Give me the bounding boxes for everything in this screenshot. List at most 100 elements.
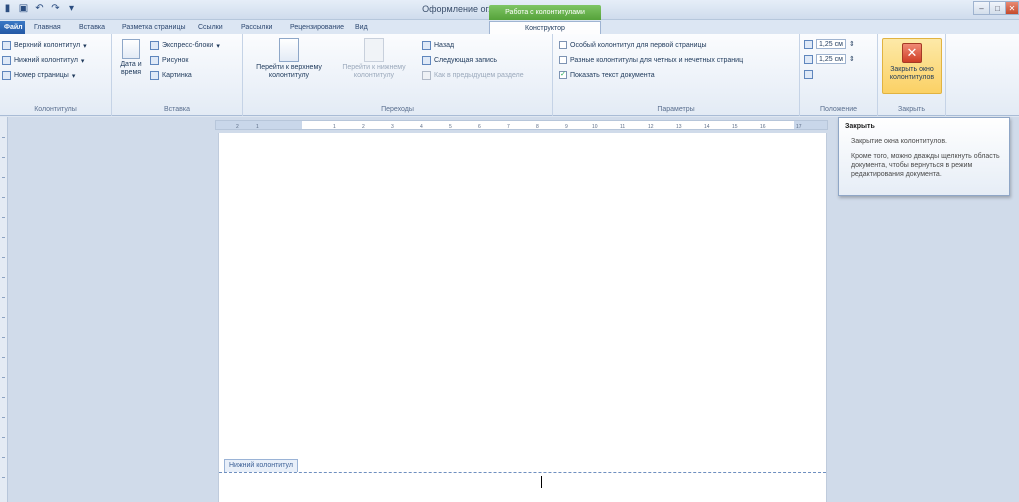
group-label-navigation: Переходы [381,106,414,113]
checkbox-unchecked [559,56,567,64]
ruler-tick: 4 [420,124,423,130]
ruler-tick: 2 [362,124,365,130]
document-page[interactable]: Нижний колонтитул [218,133,827,502]
tab-insert[interactable]: Вставка [74,21,110,34]
ruler-tick: 1 [256,124,259,130]
ruler-tick: 3 [391,124,394,130]
context-tab-title: Работа с колонтитулами [489,5,601,20]
group-navigation: Перейти к верхнему колонтитулу Перейти к… [243,34,553,116]
date-time-button[interactable]: Дата и время [116,39,146,77]
ruler-tick: 10 [592,124,598,130]
tab-page-layout[interactable]: Разметка страницы [117,21,191,34]
ruler-tick: 13 [676,124,682,130]
spinner-icon[interactable]: ⇕ [849,55,855,63]
ruler-tick: 8 [536,124,539,130]
tooltip-description: Закрытие окна колонтитулов. [851,138,947,145]
alignment-tab-icon [804,70,813,79]
ribbon-tabs: Файл Главная Вставка Разметка страницы С… [0,20,1019,34]
group-label-position: Положение [820,106,857,113]
spinner-icon[interactable]: ⇕ [849,40,855,48]
close-header-footer-button[interactable]: ✕ Закрыть окно колонтитулов [882,38,942,94]
picture-button[interactable]: Рисунок [150,56,188,65]
group-insert: Дата и время Экспресс-блоки ▾ Рисунок Кар… [112,34,243,116]
horizontal-ruler[interactable]: 1 2 1 2 3 4 5 6 7 8 9 10 11 12 13 14 15 … [215,120,828,130]
goto-header-button[interactable]: Перейти к верхнему колонтитулу [246,38,332,80]
tab-file[interactable]: Файл [0,21,25,34]
quick-parts-button[interactable]: Экспресс-блоки ▾ [150,41,220,50]
customize-qat-icon[interactable]: ▾ [66,3,77,14]
checkbox-unchecked [559,41,567,49]
link-previous-button[interactable]: Как в предыдущем разделе [422,71,524,80]
clip-art-icon [150,71,159,80]
tooltip-title: Закрыть [845,123,875,130]
previous-button[interactable]: Назад [422,41,454,50]
ruler-tick: 11 [620,124,626,130]
tab-review[interactable]: Рецензирование [285,21,349,34]
tab-references[interactable]: Ссылки [193,21,228,34]
ruler-tick: 6 [478,124,481,130]
calendar-icon [122,39,140,59]
group-headers-footers: Верхний колонтитул ▾ Нижний колонтитул ▾ Н… [0,34,112,116]
redo-icon[interactable]: ↷ [50,3,61,14]
text-cursor [541,476,542,488]
ruler-tick: 5 [449,124,452,130]
tab-mailings[interactable]: Рассылки [236,21,277,34]
ruler-left-margin [216,121,302,129]
minimize-icon[interactable]: – [973,1,990,15]
group-label-headers-footers: Колонтитулы [34,106,77,113]
tooltip-hint: Кроме того, можно дважды щелкнуть област… [851,153,1000,178]
ruler-tick: 7 [507,124,510,130]
ruler-tick: 15 [732,124,738,130]
header-button[interactable]: Верхний колонтитул ▾ [2,41,87,50]
group-position: 1,25 см ⇕ 1,25 см ⇕ Положение [800,34,878,116]
window-controls: – □ ✕ [973,1,1019,15]
goto-footer-icon [364,38,384,62]
close-tooltip: Закрыть Закрытие окна колонтитулов. Кром… [838,117,1010,196]
ruler-tick: 14 [704,124,710,130]
different-first-page-checkbox[interactable]: Особый колонтитул для первой страницы [559,41,707,49]
close-window-icon[interactable]: ✕ [1005,1,1019,15]
link-icon [422,71,431,80]
group-options: Особый колонтитул для первой страницы Ра… [553,34,800,116]
save-icon[interactable]: ▣ [18,3,29,14]
page-number-button[interactable]: Номер страницы ▾ [2,71,75,80]
chevron-down-icon: ▾ [83,42,87,50]
footer-position-icon [804,54,813,64]
ruler-tick: 9 [565,124,568,130]
undo-icon[interactable]: ↶ [34,3,45,14]
picture-icon [150,56,159,65]
next-icon [422,56,431,65]
header-position-icon [804,39,813,49]
footer-boundary-line [219,472,826,473]
footer-button[interactable]: Нижний колонтитул ▾ [2,56,84,65]
show-document-text-checkbox[interactable]: ✓ Показать текст документа [559,71,655,79]
ruler-tick: 17 [796,124,802,130]
ruler-tick: 2 [236,124,239,130]
checkbox-checked-icon: ✓ [559,71,567,79]
chevron-down-icon: ▾ [216,42,220,50]
tab-design[interactable]: Конструктор [489,21,601,34]
maximize-icon[interactable]: □ [989,1,1006,15]
group-label-options: Параметры [657,106,695,113]
word-app-icon[interactable]: ▮ [2,3,13,14]
header-position-field[interactable]: 1,25 см ⇕ [804,39,855,49]
ruler-tick: 16 [760,124,766,130]
goto-footer-button[interactable]: Перейти к нижнему колонтитулу [334,38,414,80]
footer-position-field[interactable]: 1,25 см ⇕ [804,54,855,64]
insert-alignment-tab-button[interactable] [804,70,813,79]
footer-label-tag: Нижний колонтитул [224,459,298,472]
ruler-tick: 1 [333,124,336,130]
quick-parts-icon [150,41,159,50]
chevron-down-icon: ▾ [71,72,76,80]
vertical-ruler [0,117,8,502]
clip-art-button[interactable]: Картинка [150,71,192,80]
quick-access-toolbar: ▮ ▣ ↶ ↷ ▾ [2,3,77,14]
tab-view[interactable]: Вид [350,21,373,34]
tab-home[interactable]: Главная [29,21,66,34]
next-button[interactable]: Следующая запись [422,56,497,65]
chevron-down-icon: ▾ [80,57,85,65]
footer-icon [2,56,11,65]
previous-icon [422,41,431,50]
different-odd-even-checkbox[interactable]: Разные колонтитулы для четных и нечетных… [559,56,743,64]
goto-header-icon [279,38,299,62]
